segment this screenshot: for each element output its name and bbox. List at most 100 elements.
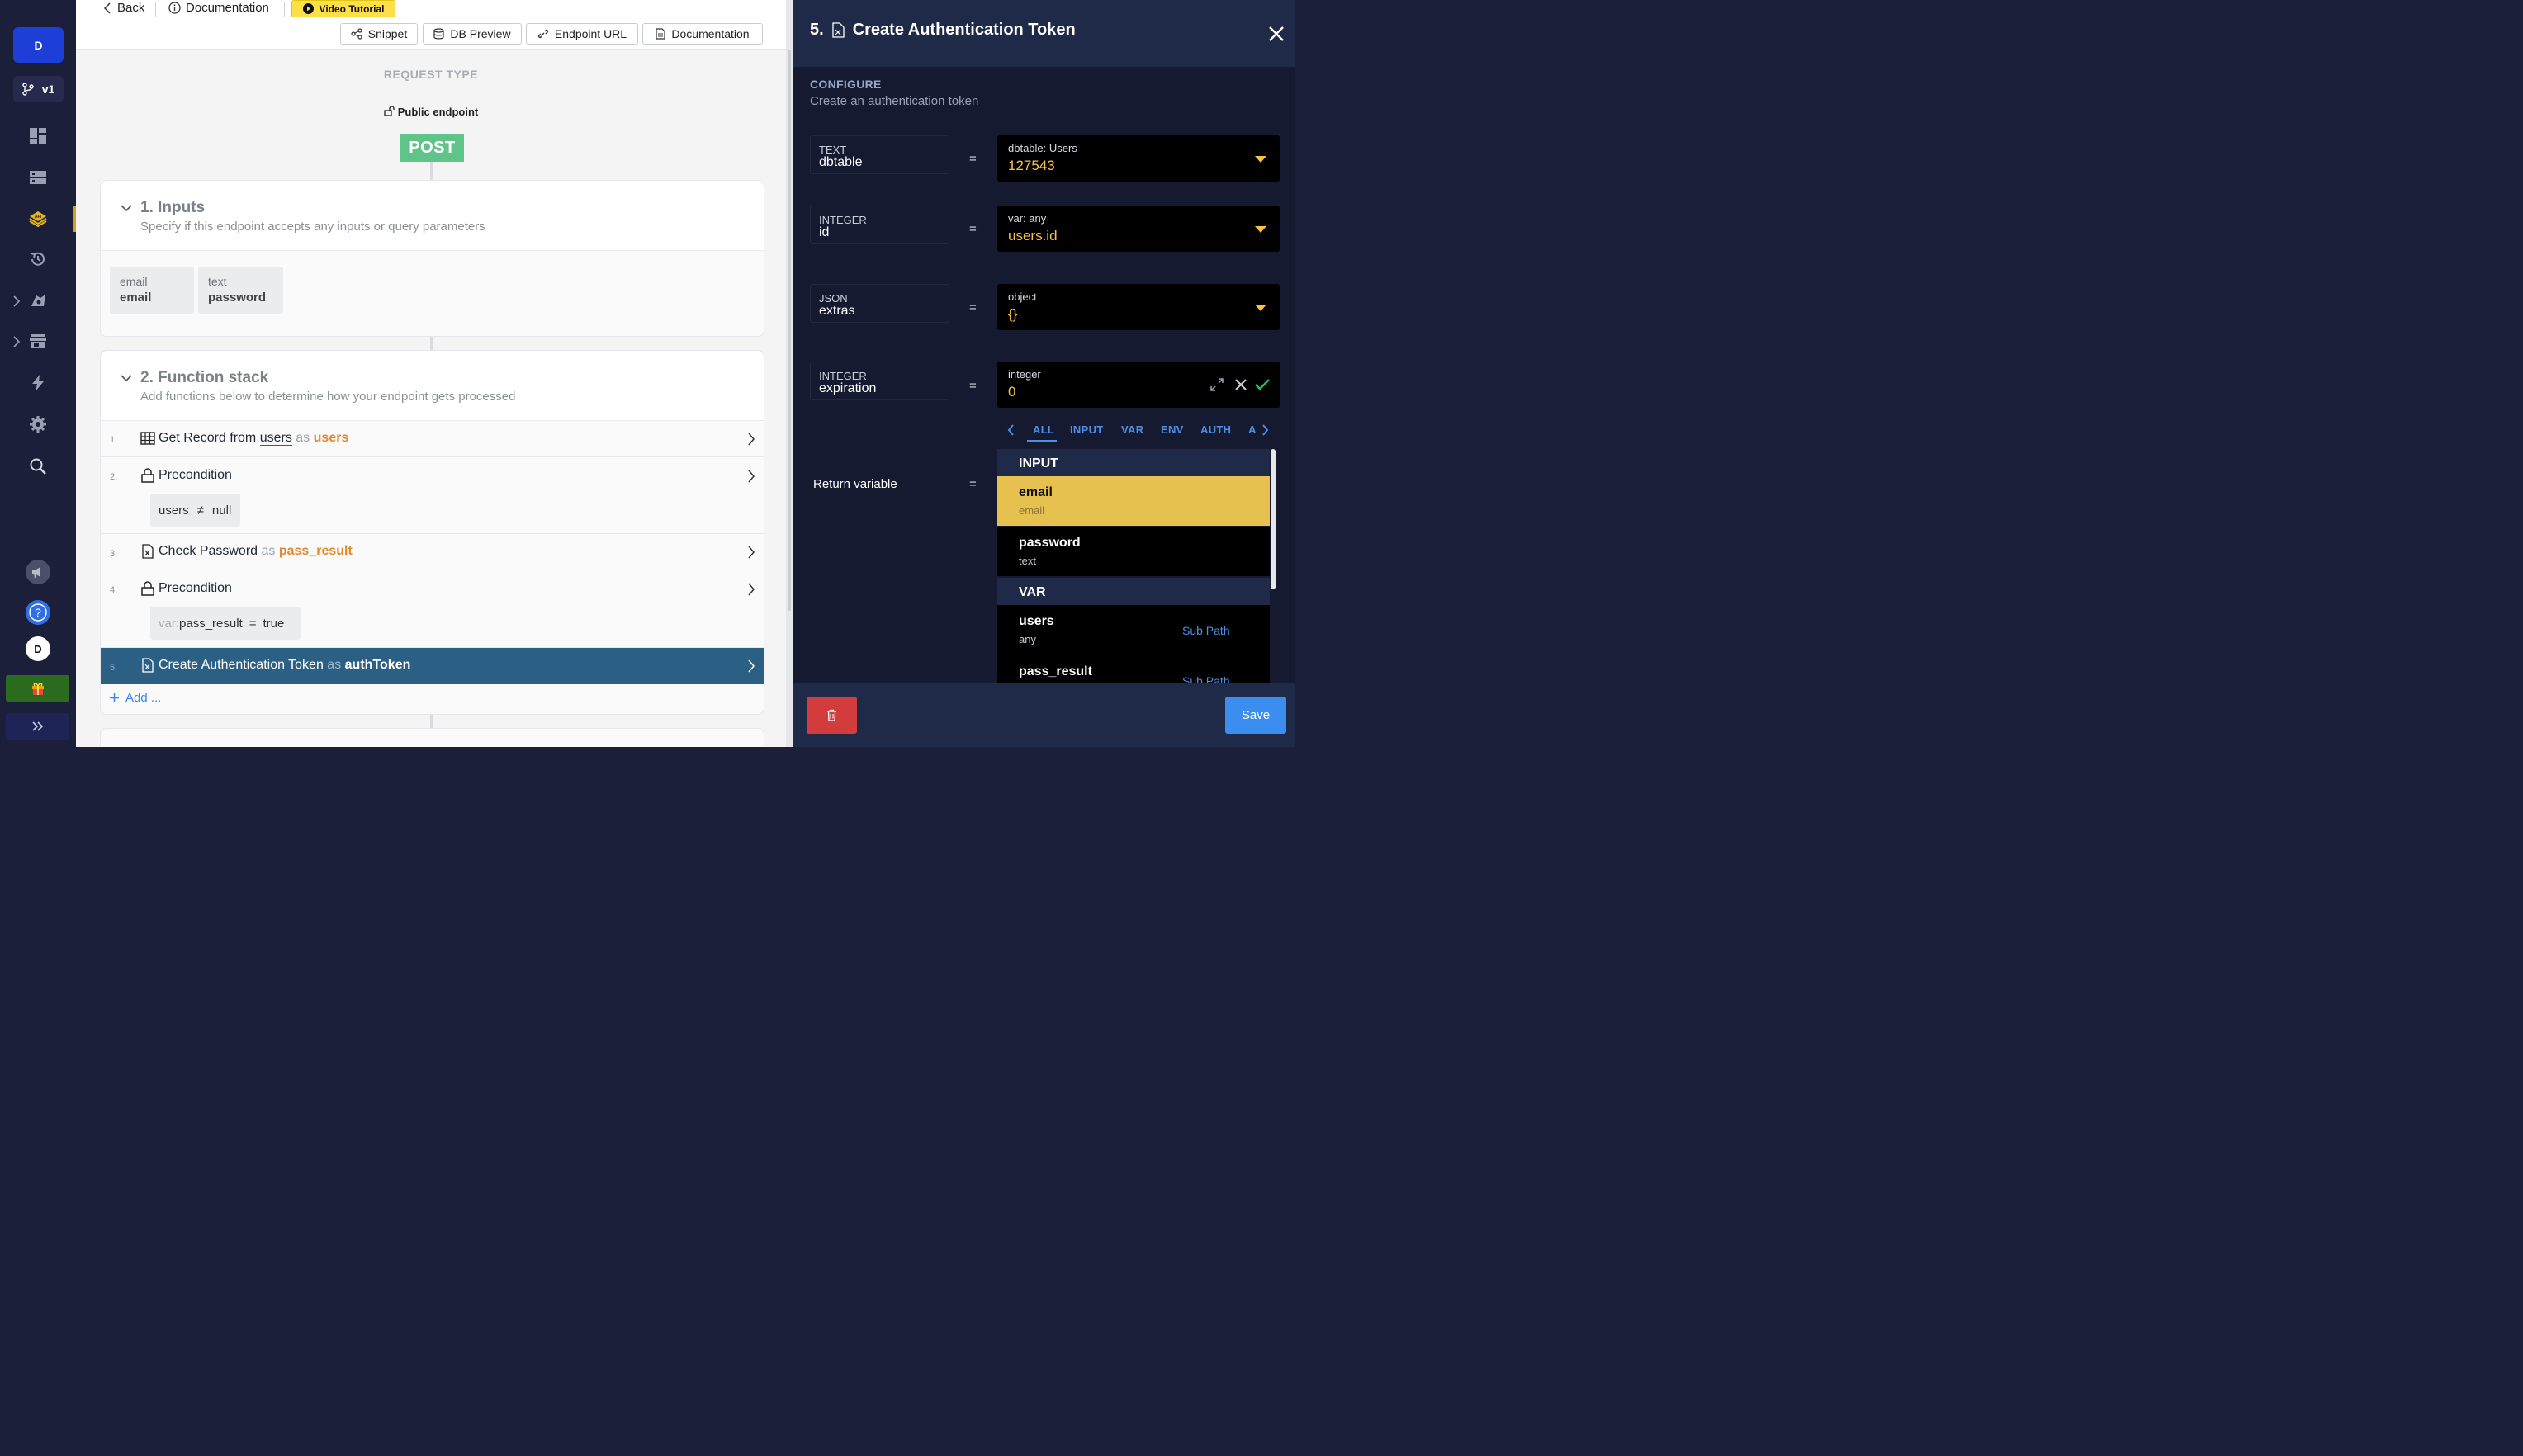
save-button[interactable]: Save (1225, 697, 1286, 734)
dbtable-select[interactable]: dbtable: Users 127543 (997, 135, 1280, 182)
user-avatar[interactable]: D (26, 636, 50, 661)
play-icon (302, 3, 314, 14)
extras-select[interactable]: object {} (997, 284, 1280, 330)
condition-chip[interactable]: users ≠ null (150, 494, 240, 527)
chevron-left-icon[interactable] (1007, 424, 1015, 436)
scrollbar[interactable] (788, 50, 791, 611)
expand-sidebar-button[interactable] (6, 713, 69, 740)
function-row[interactable]: 1. Get Record from users as users (101, 421, 764, 457)
function-row[interactable]: 2. Precondition users ≠ null (101, 457, 764, 534)
database-icon[interactable] (25, 164, 51, 191)
picker-scrollbar[interactable] (1271, 449, 1276, 589)
history-icon[interactable] (25, 246, 51, 272)
double-chevron-right-icon (31, 721, 43, 731)
workspace-avatar[interactable]: D (13, 27, 64, 63)
function-stack-header[interactable]: 2. Function stack Add functions below to… (101, 351, 764, 421)
configure-description: Create an authentication token (810, 94, 979, 108)
inputs-card-header[interactable]: 1. Inputs Specify if this endpoint accep… (101, 181, 764, 251)
chevron-down-icon[interactable] (121, 374, 132, 382)
gift-button[interactable] (6, 675, 69, 702)
variable-option-selected[interactable]: email email (997, 476, 1270, 526)
addons-icon[interactable] (25, 287, 51, 314)
input-chip[interactable]: text password (198, 267, 283, 314)
documentation-link[interactable]: Documentation (168, 1, 269, 15)
chevron-right-icon[interactable] (747, 546, 755, 559)
expand-icon[interactable] (1210, 378, 1224, 391)
tab-all[interactable]: ALL (1033, 423, 1054, 436)
sub-path-link[interactable]: Sub Path (1182, 624, 1230, 637)
caret-down-icon[interactable] (1255, 305, 1266, 311)
function-row-selected[interactable]: 5. Create Authentication Token as authTo… (101, 648, 764, 684)
field-subtitle: object (1008, 291, 1037, 303)
chevron-right-icon[interactable] (747, 470, 755, 483)
chevron-right-icon[interactable] (12, 336, 21, 347)
delete-button[interactable] (807, 697, 857, 734)
check-icon[interactable] (1255, 379, 1270, 390)
condition-operator: = (249, 616, 257, 631)
id-select[interactable]: var: any users.id (997, 206, 1280, 252)
branch-selector[interactable]: v1 (13, 76, 64, 102)
caret-down-icon[interactable] (1255, 156, 1266, 163)
function-label: Check Password as pass_result (159, 544, 353, 559)
unlock-icon (384, 106, 395, 116)
input-chip[interactable]: email email (110, 267, 194, 314)
api-icon[interactable]: API (25, 206, 51, 232)
chevron-right-icon[interactable] (12, 295, 21, 307)
bolt-icon[interactable] (25, 370, 51, 396)
marketplace-icon[interactable] (25, 328, 51, 354)
chevron-down-icon[interactable] (121, 204, 132, 212)
chevron-right-icon[interactable] (747, 433, 755, 446)
db-preview-button[interactable]: DB Preview (423, 23, 522, 45)
back-button[interactable]: Back (104, 1, 144, 15)
function-row[interactable]: 4. Precondition var: pass_result = true (101, 570, 764, 648)
param-name: expiration (819, 381, 877, 395)
function-number: 3. (110, 549, 118, 559)
http-method-badge[interactable]: POST (400, 134, 464, 162)
access-label[interactable]: Public endpoint (76, 106, 786, 118)
branch-label: v1 (41, 83, 55, 96)
condition-prefix: var: (159, 616, 180, 631)
sub-path-link[interactable]: Sub Path (1182, 674, 1230, 683)
condition-chip[interactable]: var: pass_result = true (150, 607, 301, 640)
param-type: INTEGER (819, 214, 867, 226)
settings-icon[interactable] (25, 411, 51, 437)
condition-left: users (159, 503, 189, 518)
tab-var[interactable]: VAR (1121, 423, 1143, 436)
close-icon[interactable] (1268, 26, 1285, 42)
variable-option[interactable]: users any Sub Path (997, 605, 1270, 655)
access-text: Public endpoint (397, 106, 479, 118)
cancel-icon[interactable] (1235, 379, 1247, 390)
caret-down-icon[interactable] (1255, 226, 1266, 233)
chevron-right-icon[interactable] (747, 659, 755, 673)
announcement-icon[interactable] (26, 560, 50, 584)
variable-picker: ALL INPUT VAR ENV AUTH A INPUT email ema… (997, 413, 1280, 683)
dashboard-icon[interactable] (25, 123, 51, 149)
db-preview-label: DB Preview (450, 27, 511, 40)
endpoint-url-button[interactable]: Endpoint URL (526, 23, 638, 45)
chevron-right-icon[interactable] (1262, 424, 1269, 436)
variable-picker-tabs: ALL INPUT VAR ENV AUTH A (997, 413, 1280, 447)
variable-option[interactable]: pass_result Sub Path (997, 655, 1270, 683)
field-value: users.id (1008, 228, 1058, 243)
tab-env[interactable]: ENV (1161, 423, 1184, 436)
param-label: TEXT dbtable (810, 135, 949, 174)
variable-option[interactable]: password text (997, 527, 1270, 576)
documentation-button[interactable]: Documentation (642, 23, 763, 45)
tab-more[interactable]: A (1248, 423, 1257, 436)
chevron-right-icon[interactable] (747, 583, 755, 596)
tab-input[interactable]: INPUT (1070, 423, 1104, 436)
tab-auth[interactable]: AUTH (1200, 423, 1231, 436)
add-function-button[interactable]: Add ... (109, 691, 161, 705)
search-icon[interactable] (25, 453, 51, 480)
expiration-input[interactable]: integer 0 (997, 362, 1280, 408)
snippet-button[interactable]: Snippet (340, 23, 418, 45)
lock-icon (141, 581, 154, 596)
field-value[interactable]: 0 (1008, 384, 1015, 400)
divider (155, 2, 156, 17)
lock-icon (141, 468, 154, 483)
video-tutorial-button[interactable]: Video Tutorial (291, 0, 395, 17)
help-icon[interactable]: ? (26, 600, 50, 625)
gift-icon (31, 683, 44, 695)
as-keyword: as (261, 544, 276, 558)
function-row[interactable]: 3. Check Password as pass_result (101, 534, 764, 570)
